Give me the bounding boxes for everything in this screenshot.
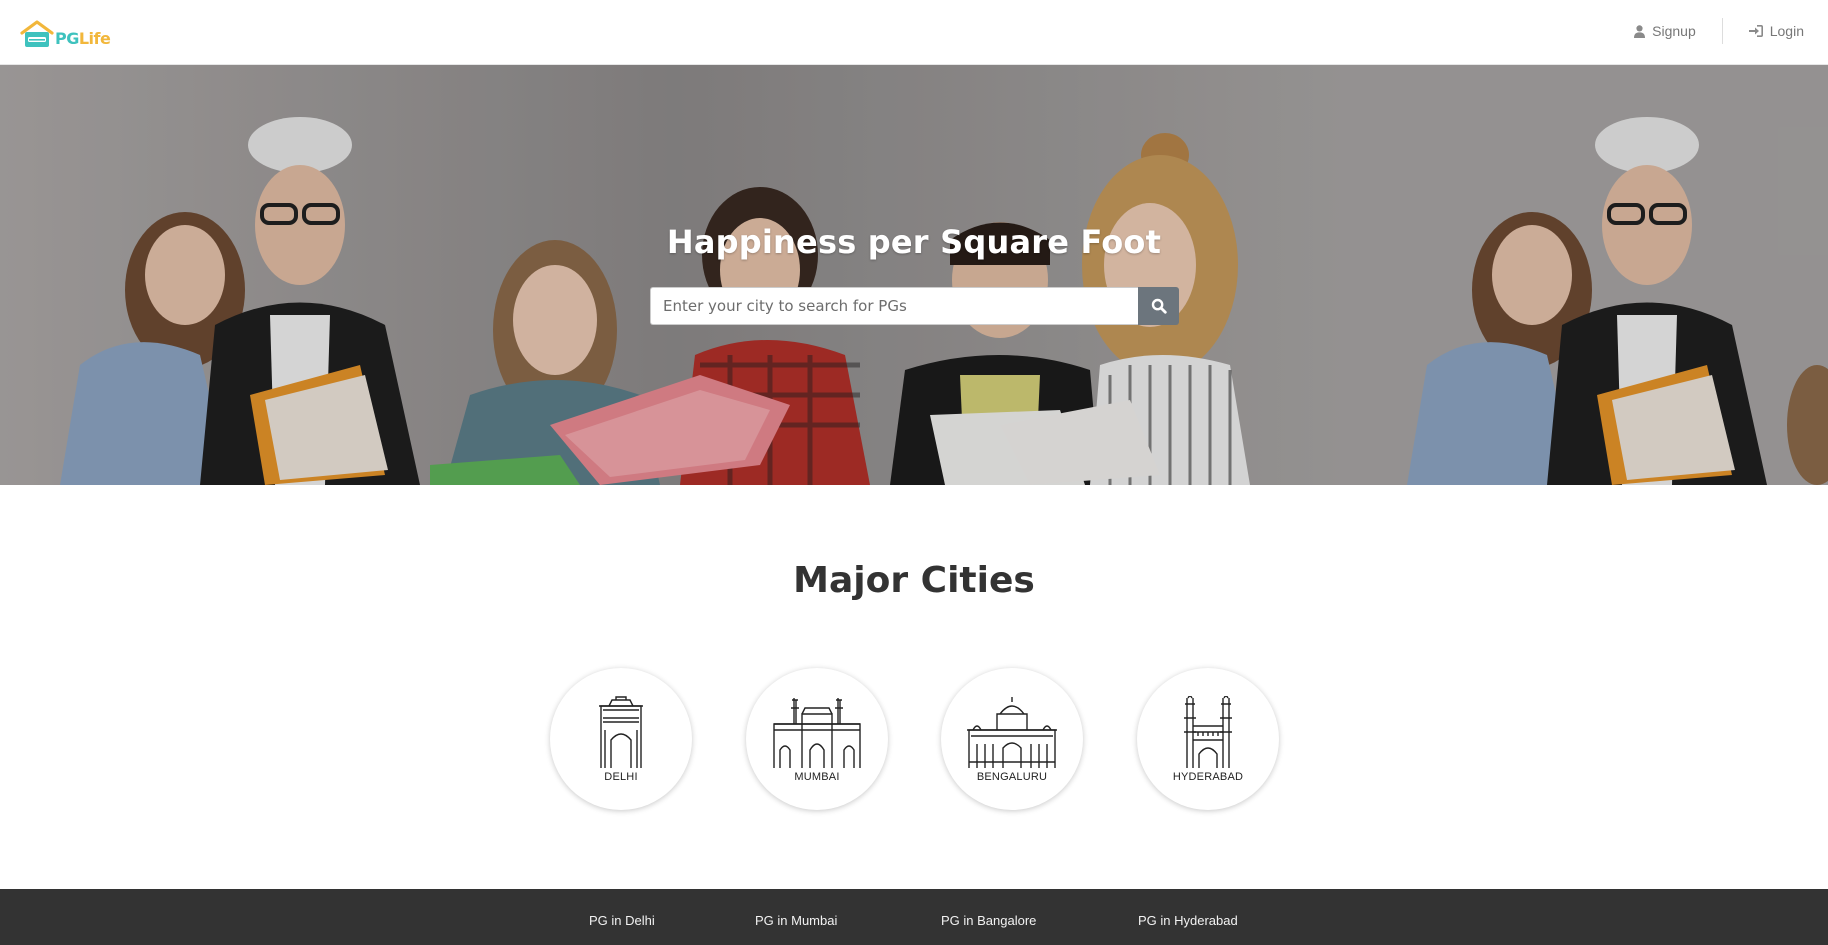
city-card-mumbai[interactable]: MUMBAI: [746, 668, 888, 810]
city-label-mumbai: MUMBAI: [794, 771, 840, 783]
footer-link-hyderabad[interactable]: PG in Hyderabad: [1138, 913, 1238, 928]
house-logo-icon: [20, 20, 54, 47]
header-nav: Signup Login: [1630, 0, 1808, 62]
city-search-input[interactable]: [650, 287, 1138, 325]
city-card-bengaluru[interactable]: BENGALURU: [941, 668, 1083, 810]
sign-in-icon: [1748, 25, 1763, 37]
site-footer: PG in Delhi PG in Mumbai PG in Bangalore…: [0, 889, 1828, 945]
city-card-delhi[interactable]: DELHI: [550, 668, 692, 810]
search-button[interactable]: [1138, 287, 1179, 325]
city-label-hyderabad: HYDERABAD: [1172, 771, 1244, 783]
city-label-bengaluru: BENGALURU: [976, 771, 1048, 783]
search-icon: [1151, 298, 1167, 314]
banner-content: Happiness per Square Foot: [0, 223, 1828, 261]
vidhana-soudha-icon: [967, 697, 1057, 768]
login-link[interactable]: Login: [1745, 23, 1808, 39]
city-card-hyderabad[interactable]: HYDERABAD: [1137, 668, 1279, 810]
charminar-icon: [1184, 696, 1232, 768]
site-header: PGLife Signup Login: [0, 0, 1828, 65]
india-gate-icon: [599, 696, 643, 768]
brand-logo[interactable]: PGLife: [20, 16, 111, 50]
login-label: Login: [1769, 23, 1804, 39]
major-cities-title: Major Cities: [793, 560, 1035, 601]
hero-banner: Happiness per Square Foot: [0, 65, 1828, 485]
banner-overlay: [0, 65, 1828, 485]
footer-link-mumbai[interactable]: PG in Mumbai: [755, 913, 837, 928]
city-search-form: [650, 287, 1179, 325]
signup-link[interactable]: Signup: [1630, 23, 1700, 39]
footer-link-delhi[interactable]: PG in Delhi: [589, 913, 655, 928]
footer-link-bangalore[interactable]: PG in Bangalore: [941, 913, 1036, 928]
signup-label: Signup: [1652, 23, 1696, 39]
banner-title: Happiness per Square Foot: [666, 223, 1162, 261]
city-label-delhi: DELHI: [604, 771, 638, 783]
gateway-of-india-icon: [773, 698, 861, 768]
user-icon: [1634, 24, 1646, 38]
brand-name: PGLife: [55, 29, 111, 48]
nav-divider: [1721, 18, 1723, 44]
